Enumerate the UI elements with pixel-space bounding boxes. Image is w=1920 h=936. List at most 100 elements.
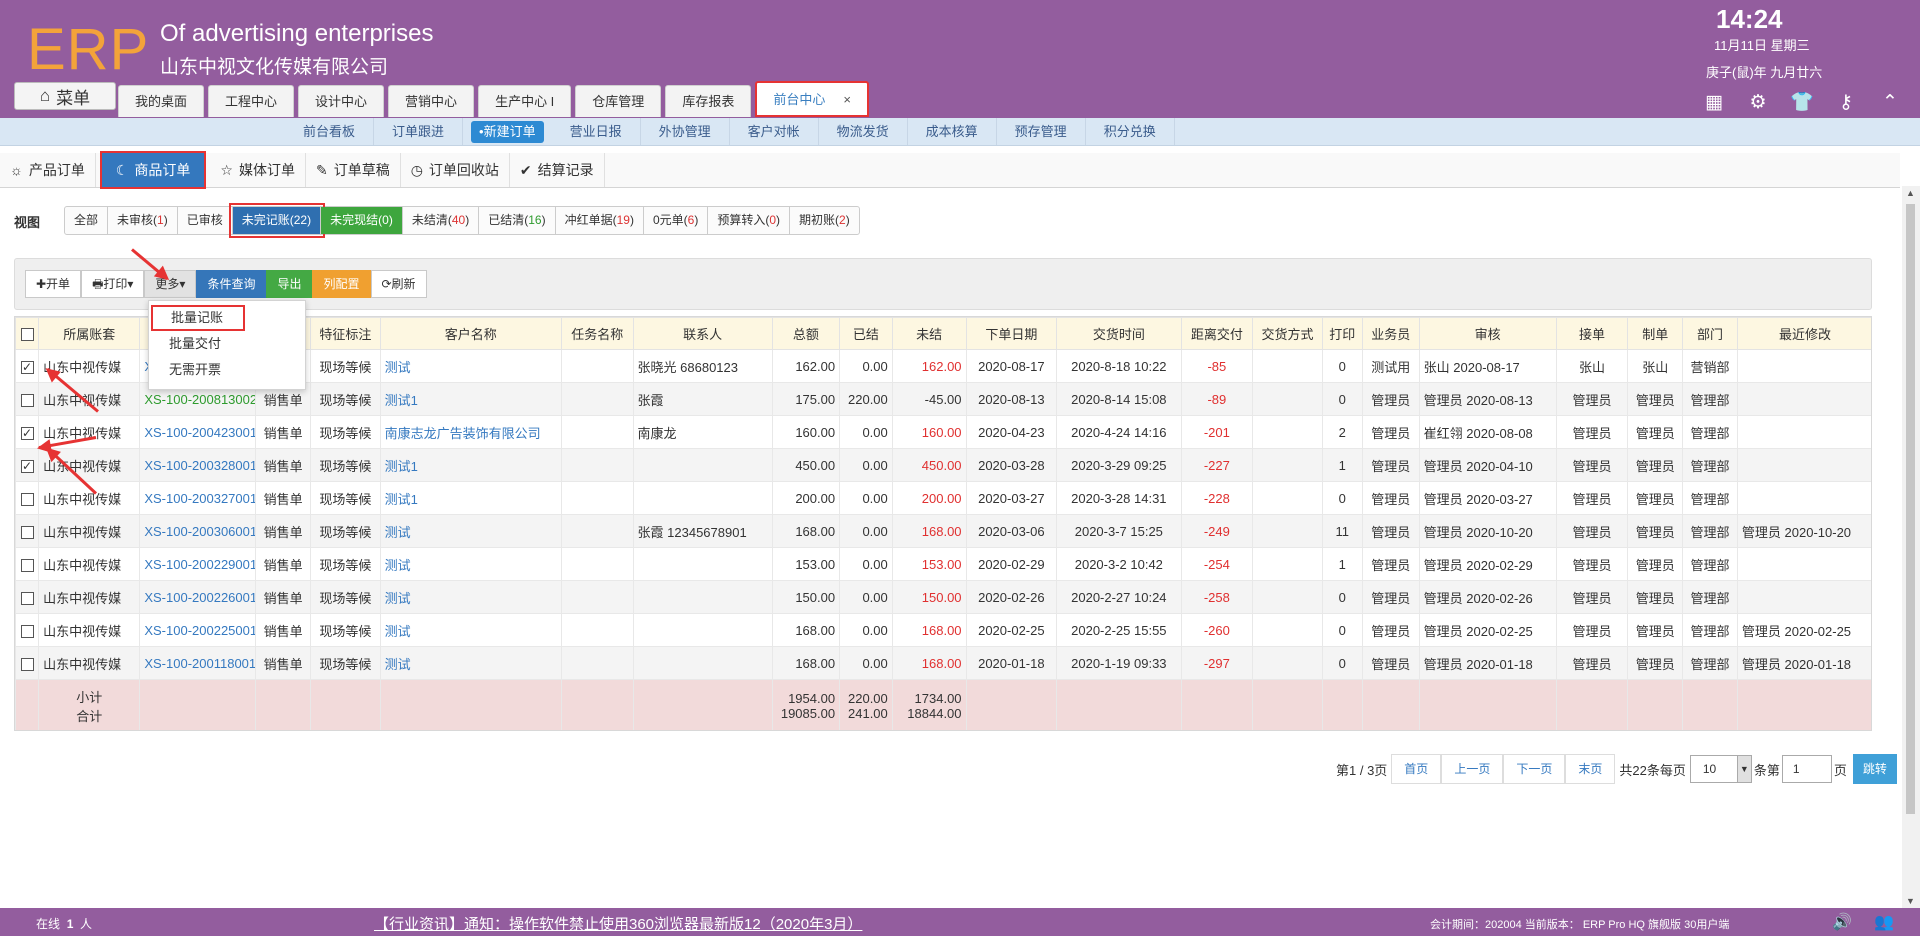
customer-link[interactable]: 测试 — [385, 591, 411, 606]
view-tab[interactable]: 未审核(1) — [108, 207, 178, 234]
module-tab[interactable]: 生产中心 I — [478, 85, 572, 117]
subnav-item[interactable]: •新建订单 — [471, 121, 544, 143]
module-tab[interactable]: 设计中心 — [298, 85, 385, 117]
view-tab[interactable]: 期初账(2) — [790, 207, 859, 234]
view-tab[interactable]: 已结清(16) — [479, 207, 556, 234]
new-order-button[interactable]: ✚开单 — [25, 270, 82, 298]
order-number-link[interactable]: XS-100-200306001 — [144, 524, 254, 539]
row-select-cell[interactable] — [15, 382, 40, 416]
table-row[interactable]: ✓ 山东中视传媒 XS-100-200328001 销售单 现场等候 测试1 450.00 0… — [15, 448, 1871, 482]
row-checkbox[interactable]: ✓ — [20, 426, 34, 440]
row-select-cell[interactable] — [15, 514, 40, 548]
order-number-link[interactable]: XS-100-200229001 — [144, 557, 254, 572]
gear-icon[interactable]: ⚙ — [1746, 90, 1770, 114]
news-ticker-link[interactable]: 【行业资讯】通知：操作软件禁止使用360浏览器最新版12（2020年3月） — [374, 913, 862, 934]
more-menu-item[interactable]: 无需开票 — [149, 357, 305, 383]
scroll-up-icon[interactable]: ▲ — [1906, 188, 1915, 198]
row-checkbox[interactable] — [20, 525, 34, 539]
module-tab[interactable]: 前台中心 × — [755, 81, 869, 117]
scroll-thumb[interactable] — [1906, 204, 1915, 814]
order-number-link[interactable]: XS-100-200225001 — [144, 623, 254, 638]
module-tab[interactable]: 我的桌面 — [118, 85, 205, 117]
view-tab[interactable]: 全部 — [65, 207, 109, 234]
view-tab[interactable]: 未结清(40) — [403, 207, 480, 234]
order-number-link[interactable]: XS-100-200226001 — [144, 590, 254, 605]
chevron-up-icon[interactable]: ⌃ — [1878, 90, 1902, 114]
row-checkbox[interactable] — [20, 393, 34, 407]
speaker-icon[interactable]: 🔊 — [1832, 912, 1852, 932]
row-checkbox[interactable] — [20, 492, 34, 506]
tab-pencil[interactable]: ✎ 订单草稿 — [306, 153, 401, 187]
row-select-cell[interactable]: ✓ — [15, 448, 40, 482]
customer-link[interactable]: 测试 — [385, 558, 411, 573]
row-select-cell[interactable] — [15, 481, 40, 515]
order-number-link[interactable]: XS-100-200118001 — [144, 656, 254, 671]
module-tab[interactable]: 营销中心 — [388, 85, 475, 117]
subnav-item[interactable]: 预存管理 — [997, 118, 1086, 145]
view-tab[interactable]: 未完现结(0) — [321, 207, 403, 234]
column-header[interactable] — [15, 317, 40, 350]
subnav-item[interactable]: 积分兑换 — [1086, 118, 1175, 145]
tab-moon[interactable]: ☾ 商品订单 — [99, 151, 207, 189]
more-menu-item[interactable]: 批量记账 — [151, 305, 245, 331]
select-all-checkbox[interactable] — [20, 328, 34, 342]
row-checkbox[interactable]: ✓ — [20, 360, 34, 374]
module-tab[interactable]: 工程中心 — [208, 85, 295, 117]
view-tab[interactable]: 已审核 — [178, 207, 233, 234]
vertical-scrollbar[interactable]: ▲ ▼ — [1902, 186, 1920, 908]
module-tab[interactable]: 库存报表 — [665, 85, 752, 117]
row-select-cell[interactable]: ✓ — [15, 349, 40, 383]
export-button[interactable]: 导出 — [266, 270, 313, 298]
prev-page-button[interactable]: 上一页 — [1441, 754, 1504, 784]
module-tab[interactable]: 仓库管理 — [575, 85, 662, 117]
customer-link[interactable]: 测试1 — [385, 393, 418, 408]
order-number-link[interactable]: XS-100-200328001 — [144, 458, 254, 473]
row-select-cell[interactable] — [15, 547, 40, 581]
table-row[interactable]: ✓ 山东中视传媒 XS-100-200423001 销售单 现场等候 南康志龙广告装饰有限… — [15, 415, 1871, 449]
refresh-button[interactable]: ⟳刷新 — [370, 270, 427, 298]
subnav-item[interactable]: 订单跟进 — [374, 118, 464, 145]
shirt-icon[interactable]: 👕 — [1790, 90, 1814, 114]
customer-link[interactable]: 测试 — [385, 657, 411, 672]
subnav-item[interactable]: 物流发货 — [819, 118, 908, 145]
row-checkbox[interactable] — [20, 591, 34, 605]
row-checkbox[interactable] — [20, 657, 34, 671]
subnav-item[interactable]: 外协管理 — [641, 118, 730, 145]
tab-clock[interactable]: ◷ 订单回收站 — [401, 153, 510, 187]
order-number-link[interactable]: XS-100-200327001 — [144, 491, 254, 506]
print-button[interactable]: 🖶打印▾ — [81, 270, 145, 298]
customer-link[interactable]: 南康志龙广告装饰有限公司 — [385, 426, 541, 441]
close-icon[interactable]: × — [843, 92, 851, 107]
next-page-button[interactable]: 下一页 — [1503, 754, 1566, 784]
order-number-link[interactable]: XS-100-200813002 — [144, 392, 254, 407]
table-row[interactable]: 山东中视传媒 XS-100-200226001 销售单 现场等候 测试 150.00 0.0… — [15, 580, 1871, 614]
row-checkbox[interactable] — [20, 558, 34, 572]
customer-link[interactable]: 测试1 — [385, 492, 418, 507]
table-row[interactable]: 山东中视传媒 XS-100-200118001 销售单 现场等候 测试 168.00 0.0… — [15, 646, 1871, 680]
last-page-button[interactable]: 末页 — [1565, 754, 1616, 784]
grid-icon[interactable]: ▦ — [1702, 90, 1726, 114]
row-checkbox[interactable]: ✓ — [20, 459, 34, 473]
row-select-cell[interactable] — [15, 646, 40, 680]
key-icon[interactable]: ⚷ — [1834, 90, 1858, 114]
go-button[interactable]: 跳转 — [1852, 754, 1897, 784]
customer-link[interactable]: 测试 — [385, 624, 411, 639]
customer-link[interactable]: 测试 — [385, 525, 411, 540]
table-row[interactable]: 山东中视传媒 XS-100-200327001 销售单 现场等候 测试1 200.00 0.… — [15, 481, 1871, 515]
view-tab[interactable]: 0元单(6) — [644, 207, 709, 234]
column-config-button[interactable]: 列配置 — [312, 270, 371, 298]
customer-link[interactable]: 测试1 — [385, 459, 418, 474]
table-row[interactable]: 山东中视传媒 XS-100-200306001 销售单 现场等候 测试 张霞 123456… — [15, 514, 1871, 548]
tab-star[interactable]: ☆ 媒体订单 — [210, 153, 306, 187]
row-select-cell[interactable] — [15, 613, 40, 647]
table-row[interactable]: 山东中视传媒 XS-100-200225001 销售单 现场等候 测试 168.00 0.0… — [15, 613, 1871, 647]
first-page-button[interactable]: 首页 — [1391, 754, 1442, 784]
subnav-item[interactable]: 客户对帐 — [730, 118, 819, 145]
scroll-down-icon[interactable]: ▼ — [1906, 896, 1915, 906]
view-tab[interactable]: 预算转入(0) — [708, 207, 791, 234]
tab-sun[interactable]: ☼ 产品订单 — [0, 153, 96, 187]
condition-query-button[interactable]: 条件查询 — [196, 270, 267, 298]
view-tab[interactable]: 冲红单据(19) — [556, 207, 644, 234]
page-input[interactable]: 1 — [1781, 755, 1832, 783]
tab-check[interactable]: ✔ 结算记录 — [510, 153, 605, 187]
